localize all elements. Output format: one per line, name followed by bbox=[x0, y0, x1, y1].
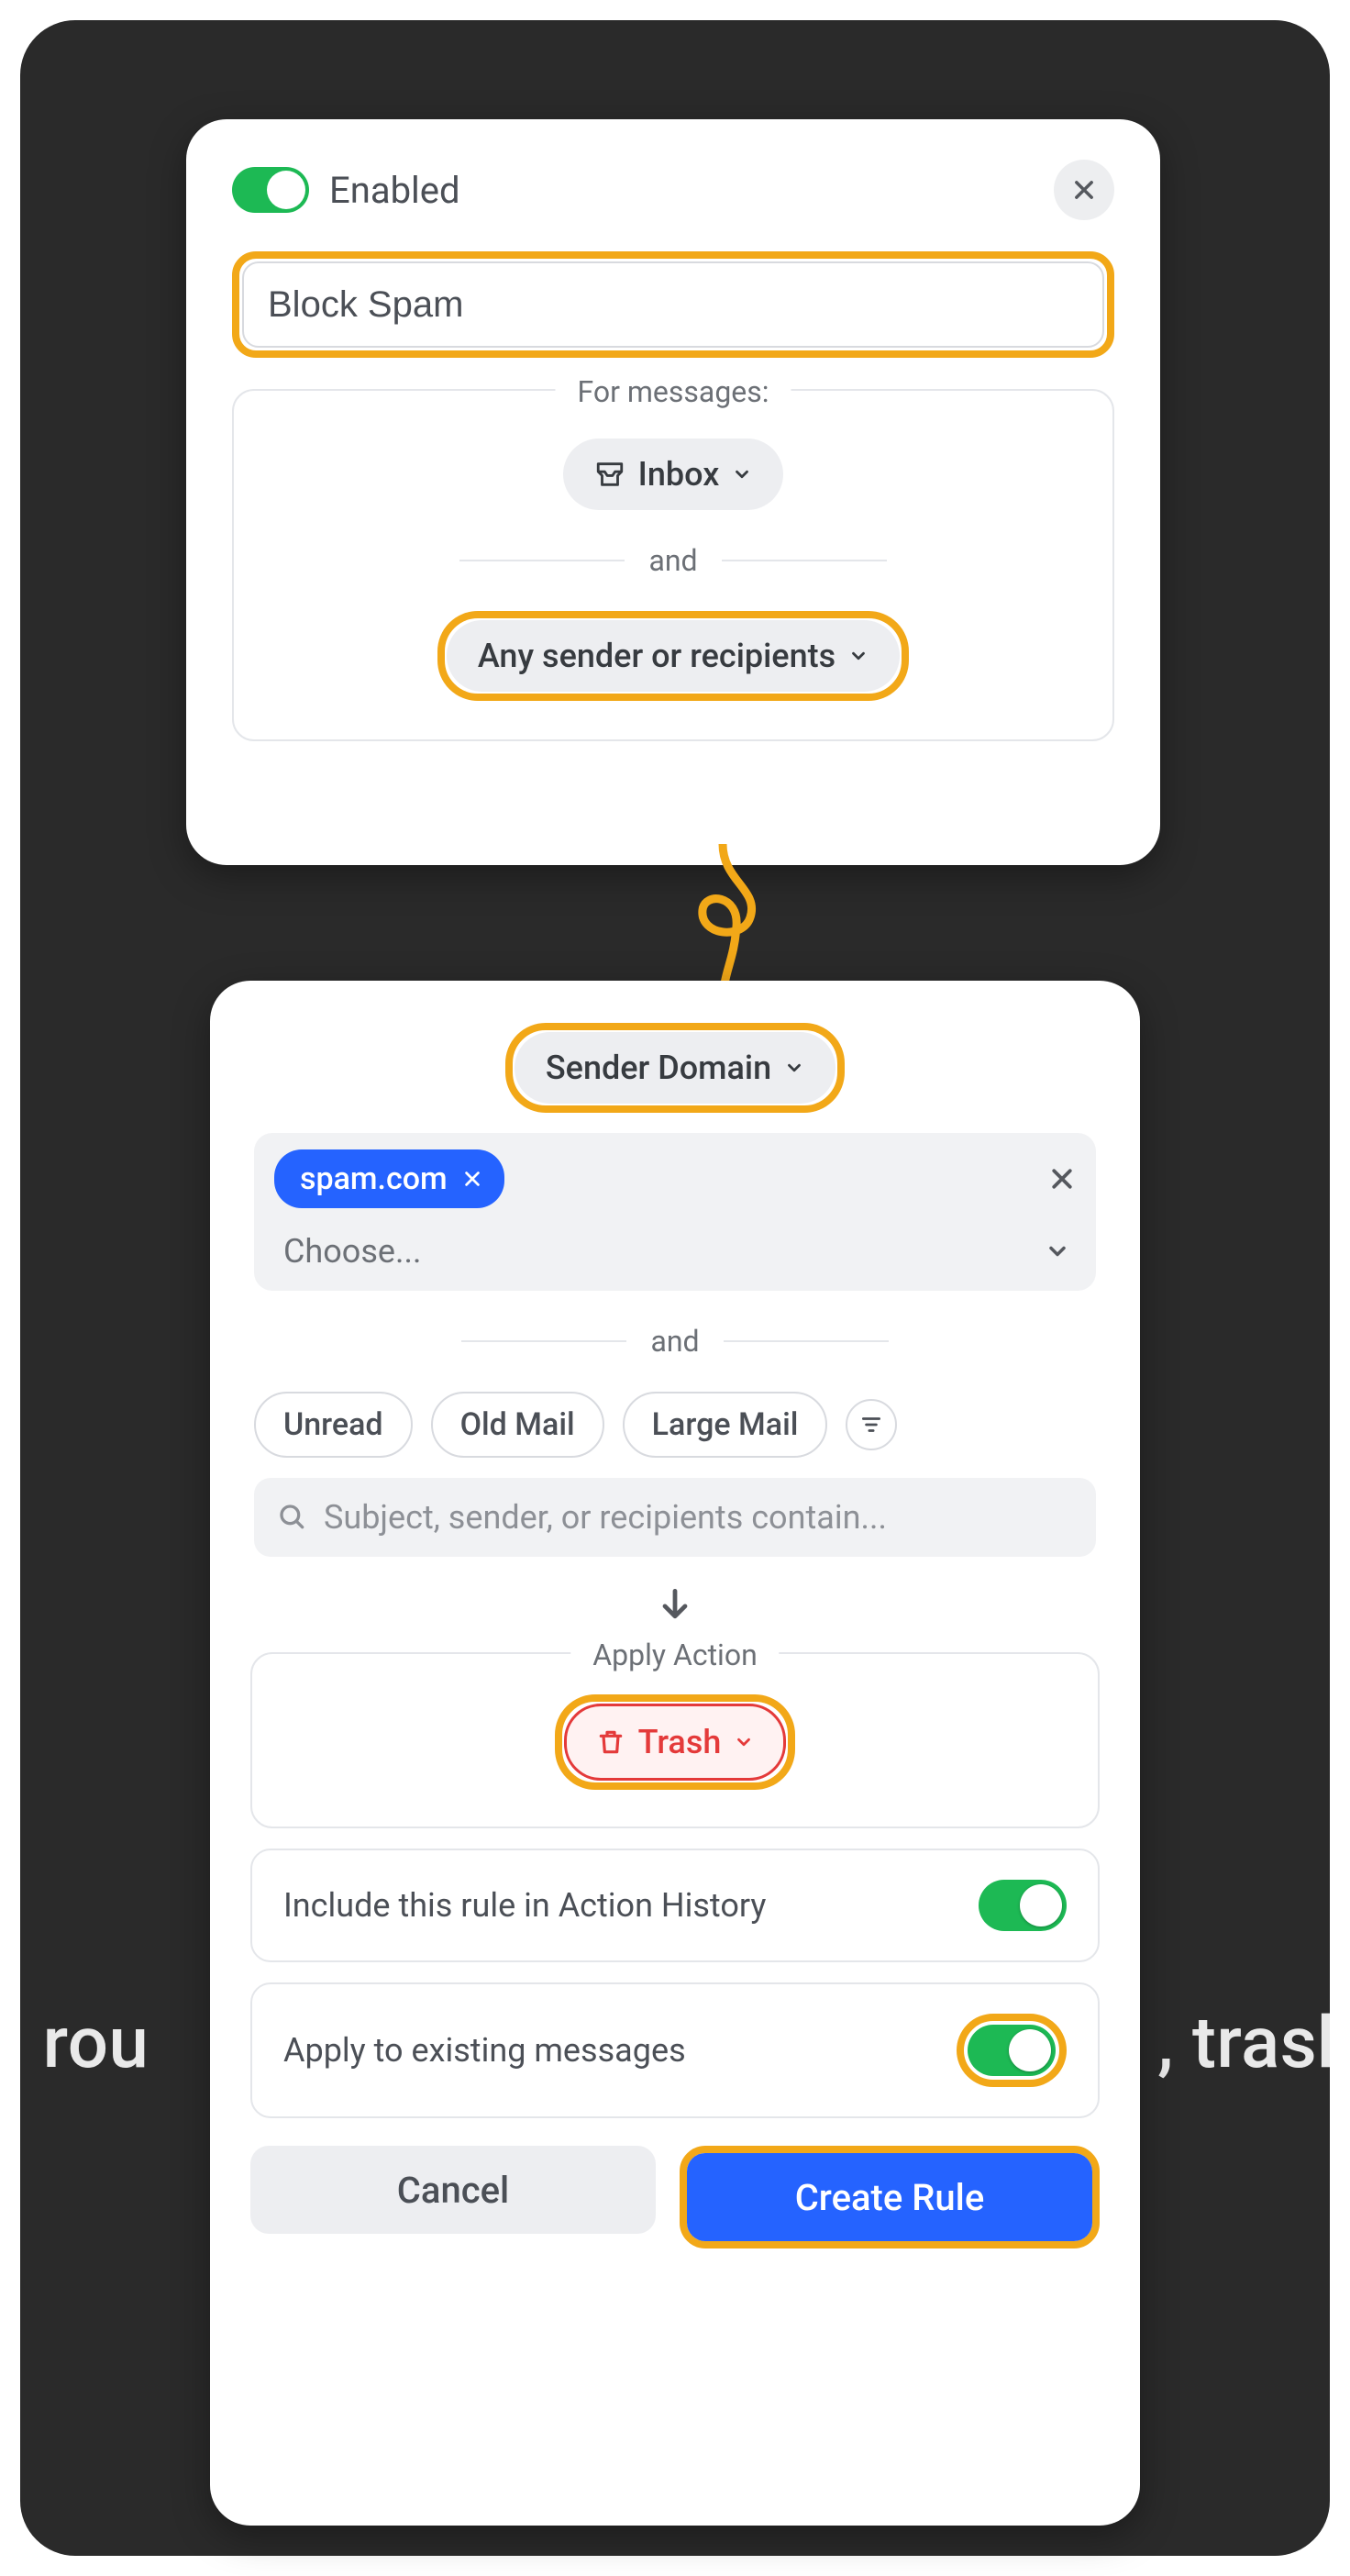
sender-filter-label: Any sender or recipients bbox=[478, 637, 835, 675]
sender-filter-highlight: Any sender or recipients bbox=[437, 611, 909, 701]
inbox-icon bbox=[594, 459, 625, 490]
filter-icon bbox=[859, 1413, 883, 1437]
cancel-button[interactable]: Cancel bbox=[250, 2146, 656, 2234]
apply-existing-label: Apply to existing messages bbox=[283, 2031, 686, 2070]
create-rule-highlight: Create Rule bbox=[680, 2146, 1100, 2248]
filter-chip-label: Unread bbox=[283, 1406, 383, 1443]
action-section-label: Apply Action bbox=[570, 1638, 779, 1672]
and-label-2: and bbox=[650, 1324, 699, 1359]
chevron-down-icon bbox=[1045, 1238, 1070, 1264]
chevron-down-icon bbox=[784, 1058, 804, 1078]
clear-domains-icon[interactable] bbox=[1048, 1165, 1076, 1193]
and-separator: and bbox=[271, 543, 1076, 578]
sender-domain-label: Sender Domain bbox=[546, 1049, 771, 1087]
messages-section: For messages: Inbox and Any sender or re… bbox=[232, 389, 1114, 741]
flow-arrow bbox=[250, 1584, 1100, 1625]
rule-editor-panel-bottom: Sender Domain spam.com Choose... and bbox=[210, 981, 1140, 2526]
action-label: Trash bbox=[638, 1723, 722, 1761]
filter-chip-oldmail[interactable]: Old Mail bbox=[431, 1392, 604, 1458]
create-rule-label: Create Rule bbox=[795, 2176, 985, 2219]
bg-text-left: g rou bbox=[20, 2002, 149, 2085]
messages-section-label: For messages: bbox=[555, 374, 791, 409]
filter-chip-unread[interactable]: Unread bbox=[254, 1392, 413, 1458]
choose-dropdown[interactable]: Choose... bbox=[274, 1217, 1076, 1291]
and-separator-2: and bbox=[254, 1324, 1096, 1359]
chevron-down-icon bbox=[734, 1732, 754, 1752]
bg-text-right: , trash bbox=[1157, 2002, 1330, 2085]
mailbox-label: Inbox bbox=[638, 455, 720, 494]
sender-domain-highlight: Sender Domain bbox=[505, 1023, 845, 1113]
rule-name-input[interactable] bbox=[242, 261, 1104, 348]
chevron-down-icon bbox=[848, 646, 869, 666]
chevron-down-icon bbox=[732, 464, 752, 484]
apply-existing-toggle[interactable] bbox=[968, 2025, 1056, 2076]
cancel-label: Cancel bbox=[397, 2169, 509, 2212]
filter-chip-label: Old Mail bbox=[460, 1406, 575, 1443]
search-icon bbox=[278, 1503, 307, 1532]
trash-icon bbox=[596, 1727, 625, 1757]
filter-chip-largemail[interactable]: Large Mail bbox=[623, 1392, 828, 1458]
and-label: and bbox=[648, 543, 697, 578]
enabled-toggle[interactable] bbox=[232, 167, 309, 213]
more-filters-button[interactable] bbox=[846, 1399, 897, 1450]
domain-tag-input[interactable]: spam.com Choose... bbox=[254, 1133, 1096, 1291]
filter-chip-label: Large Mail bbox=[652, 1406, 799, 1443]
enabled-label: Enabled bbox=[329, 169, 460, 212]
mailbox-dropdown[interactable]: Inbox bbox=[563, 439, 784, 510]
chip-remove-icon[interactable] bbox=[462, 1169, 482, 1189]
history-toggle[interactable] bbox=[979, 1880, 1067, 1931]
sender-filter-dropdown[interactable]: Any sender or recipients bbox=[447, 620, 900, 692]
apply-existing-highlight bbox=[957, 2014, 1067, 2087]
action-section: Apply Action Trash bbox=[250, 1652, 1100, 1828]
domain-chip[interactable]: spam.com bbox=[274, 1149, 504, 1208]
create-rule-button[interactable]: Create Rule bbox=[687, 2153, 1092, 2241]
choose-placeholder: Choose... bbox=[283, 1232, 421, 1271]
close-button[interactable] bbox=[1054, 160, 1114, 220]
apply-existing-option: Apply to existing messages bbox=[250, 1982, 1100, 2118]
arrow-down-icon bbox=[655, 1584, 695, 1625]
domain-chip-label: spam.com bbox=[300, 1160, 448, 1197]
search-input[interactable]: Subject, sender, or recipients contain..… bbox=[254, 1478, 1096, 1557]
rule-editor-panel-top: Enabled For messages: Inbox and Any send… bbox=[186, 119, 1160, 865]
history-option-label: Include this rule in Action History bbox=[283, 1886, 766, 1925]
action-highlight: Trash bbox=[555, 1694, 796, 1790]
rule-name-highlight bbox=[232, 251, 1114, 358]
history-option: Include this rule in Action History bbox=[250, 1849, 1100, 1962]
search-placeholder: Subject, sender, or recipients contain..… bbox=[324, 1498, 887, 1537]
action-dropdown[interactable]: Trash bbox=[564, 1704, 787, 1781]
close-icon bbox=[1071, 177, 1097, 203]
sender-domain-dropdown[interactable]: Sender Domain bbox=[515, 1032, 835, 1104]
